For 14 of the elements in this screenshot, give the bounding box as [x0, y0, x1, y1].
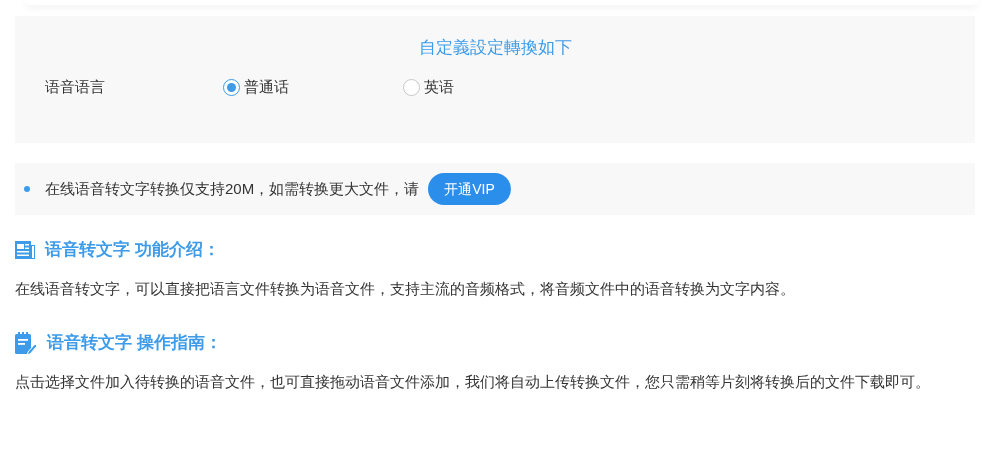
radio-option[interactable]: 英语 [403, 75, 583, 99]
panel-title: 自定義設定轉換如下 [418, 37, 572, 59]
section-heading: 语音转文字 操作指南： [47, 332, 222, 355]
section-heading: 语音转文字 功能介绍： [45, 239, 220, 262]
radio-option[interactable]: 普通话 [223, 75, 403, 99]
section-paragraph: 点击选择文件加入待转换的语音文件，也可直接拖动语音文件添加，我们将自动上传转换文件，您只需稍等片刻将转换后的文件下载即可。 [15, 372, 931, 392]
notepad-pen-icon [15, 332, 37, 354]
notice-text: 在线语音转文字转换仅支持20M，如需转换更大文件，请 [45, 178, 420, 199]
newspaper-icon [15, 241, 35, 259]
radio-button[interactable] [223, 78, 240, 96]
bullet-icon [24, 186, 30, 192]
radio-button[interactable] [403, 78, 420, 96]
section-paragraph: 在线语音转文字，可以直接把语言文件转换为语音文件，支持主流的音频格式，将音频文件中的语音转换为文字内容。 [15, 279, 796, 299]
field-label: 语音语言 [45, 76, 106, 97]
